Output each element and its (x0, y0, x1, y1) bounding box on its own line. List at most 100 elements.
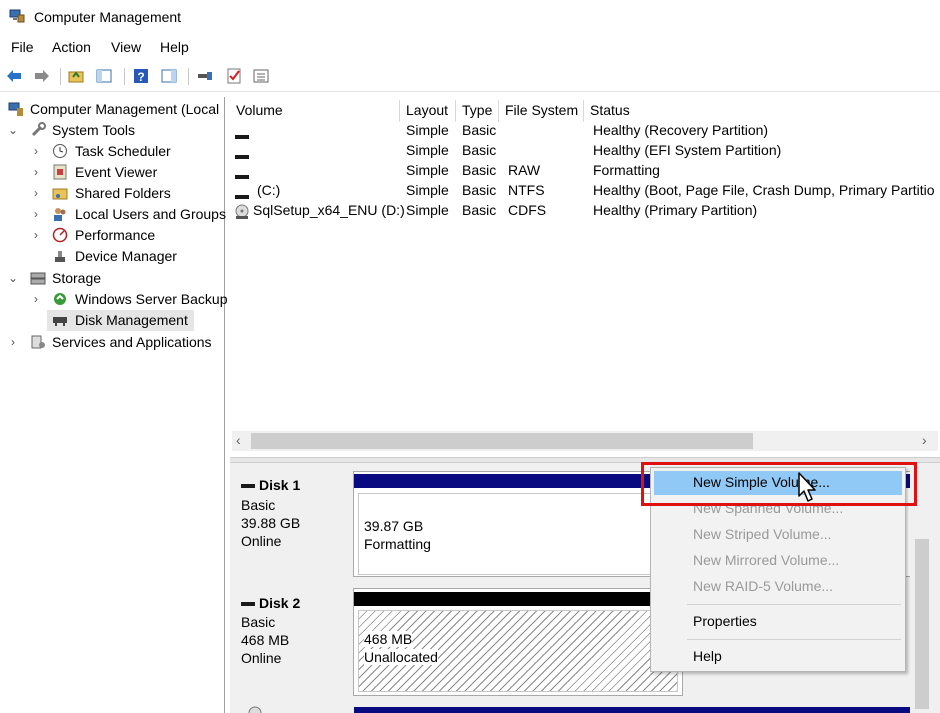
cell-layout: Simple (406, 202, 449, 218)
menu-help[interactable]: Help (160, 39, 189, 55)
connect-icon[interactable] (196, 67, 214, 85)
cell-volume: (C:) (257, 182, 281, 198)
scroll-thumb[interactable] (915, 539, 929, 709)
cd-drive-icon (248, 706, 262, 713)
cell-type: Basic (462, 122, 497, 138)
column-header-volume[interactable]: Volume (230, 100, 400, 122)
chevron-down-icon[interactable]: ⌄ (7, 122, 19, 138)
menu-item-new-raid5-volume[interactable]: New RAID-5 Volume... (654, 575, 902, 599)
show-hide-tree-icon[interactable] (95, 67, 113, 85)
tree-label-shared-folders: Shared Folders (75, 185, 171, 201)
chevron-right-icon[interactable]: › (30, 227, 42, 243)
disk-2-partition-area: 468 MB Unallocated (353, 588, 683, 696)
partition-bar (354, 707, 914, 713)
tree-label-task-scheduler: Task Scheduler (75, 143, 171, 159)
properties-check-icon[interactable] (225, 67, 243, 85)
disk-1-partition[interactable]: 39.87 GB Formatting (358, 493, 658, 575)
cell-type: Basic (462, 162, 497, 178)
chevron-right-icon[interactable]: › (30, 291, 42, 307)
disk-2-label[interactable]: Disk 2 Basic 468 MB Online (230, 586, 350, 701)
tree-item-system-tools[interactable]: ⌄ System Tools (0, 120, 225, 141)
tree-item-local-users[interactable]: › Local Users and Groups (0, 204, 226, 225)
tree-item-root[interactable]: Computer Management (Local (0, 99, 225, 120)
disk-type: Basic (241, 497, 276, 513)
tree-item-disk-management[interactable]: Disk Management (47, 310, 194, 331)
cell-status: Healthy (Primary Partition) (593, 202, 758, 218)
table-row[interactable]: SqlSetup_x64_ENU (D:) Simple Basic CDFS … (230, 202, 940, 222)
tree-label-local-users: Local Users and Groups (75, 206, 226, 222)
table-row[interactable]: Simple Basic Healthy (EFI System Partiti… (230, 142, 940, 162)
menu-item-label: New Striped Volume... (693, 526, 832, 542)
back-arrow-icon[interactable] (5, 67, 23, 85)
partition-status: Formatting (364, 536, 431, 552)
storage-icon (30, 272, 46, 285)
column-header-file-system[interactable]: File System (499, 100, 584, 122)
table-row[interactable]: Simple Basic RAW Formatting (230, 162, 940, 182)
tree-item-shared-folders[interactable]: › Shared Folders (0, 183, 225, 204)
scroll-left-arrow-icon[interactable]: ‹ (236, 432, 241, 448)
chevron-right-icon[interactable]: › (30, 206, 42, 222)
disk-name: Disk 1 (259, 477, 301, 493)
scroll-right-arrow-icon[interactable]: › (922, 432, 927, 448)
partition-status: Unallocated (364, 649, 438, 665)
tree-label-disk-management: Disk Management (75, 312, 188, 328)
column-header-type[interactable]: Type (456, 100, 499, 122)
menu-view[interactable]: View (111, 39, 141, 55)
disk-name: Disk 2 (259, 595, 301, 611)
event-viewer-icon (53, 164, 67, 180)
performance-icon (52, 227, 68, 243)
help-icon[interactable]: ? (132, 67, 150, 85)
show-hide-action-pane-icon[interactable] (160, 67, 178, 85)
cd-drive-icon (235, 204, 249, 219)
table-row[interactable]: (C:) Simple Basic NTFS Healthy (Boot, Pa… (230, 182, 940, 202)
column-header-status[interactable]: Status (584, 100, 940, 122)
cell-layout: Simple (406, 142, 449, 158)
menu-file[interactable]: File (11, 39, 34, 55)
device-manager-icon (55, 251, 65, 262)
title-bar: Computer Management (0, 0, 940, 34)
clock-icon (53, 144, 67, 158)
chevron-right-icon[interactable]: › (30, 185, 42, 201)
menu-item-properties[interactable]: Properties (654, 610, 902, 634)
horizontal-scrollbar[interactable]: ‹ › (232, 431, 938, 451)
disk-icon (241, 602, 255, 607)
tree-item-device-manager[interactable]: Device Manager (0, 246, 225, 267)
tree-item-storage[interactable]: ⌄ Storage (0, 268, 225, 289)
menu-action[interactable]: Action (52, 39, 91, 55)
disk-2-unallocated-partition[interactable]: 468 MB Unallocated (358, 610, 678, 692)
menu-separator (687, 604, 901, 605)
tree-label-event-viewer: Event Viewer (75, 164, 158, 180)
menu-item-help[interactable]: Help (654, 645, 902, 669)
tree-item-performance[interactable]: › Performance (0, 225, 225, 246)
up-folder-icon[interactable] (67, 67, 85, 85)
computer-management-icon (8, 102, 23, 116)
cell-file-system: CDFS (508, 202, 547, 218)
menu-item-label: New Mirrored Volume... (693, 552, 840, 568)
scroll-thumb[interactable] (251, 433, 753, 449)
tree-item-services-applications[interactable]: › Services and Applications (0, 332, 225, 353)
partition-bar (354, 592, 682, 606)
chevron-right-icon[interactable]: › (30, 164, 42, 180)
chevron-down-icon[interactable]: ⌄ (7, 270, 19, 286)
forward-arrow-icon[interactable] (33, 67, 51, 85)
cell-type: Basic (462, 142, 497, 158)
tree-label-windows-server-backup: Windows Server Backup (75, 291, 228, 307)
chevron-right-icon[interactable]: › (30, 143, 42, 159)
menu-item-new-striped-volume[interactable]: New Striped Volume... (654, 523, 902, 547)
tree-item-task-scheduler[interactable]: › Task Scheduler (0, 141, 225, 162)
chevron-right-icon[interactable]: › (7, 334, 19, 350)
cell-status: Healthy (Recovery Partition) (593, 122, 769, 138)
disk-1-label[interactable]: Disk 1 Basic 39.88 GB Online (230, 467, 350, 582)
table-row[interactable]: Simple Basic Healthy (Recovery Partition… (230, 122, 940, 142)
column-header-layout[interactable]: Layout (400, 100, 456, 122)
disk-icon (241, 484, 255, 489)
tree-item-event-viewer[interactable]: › Event Viewer (0, 162, 225, 183)
tree-item-windows-server-backup[interactable]: › Windows Server Backup (0, 289, 228, 310)
menu-item-new-mirrored-volume[interactable]: New Mirrored Volume... (654, 549, 902, 573)
disk-size: 39.88 GB (241, 515, 301, 531)
tree-label-root: Computer Management (Local (30, 101, 220, 117)
list-icon[interactable] (252, 67, 270, 85)
tree-label-performance: Performance (75, 227, 156, 243)
disk-state: Online (241, 533, 282, 549)
cell-file-system: RAW (508, 162, 541, 178)
